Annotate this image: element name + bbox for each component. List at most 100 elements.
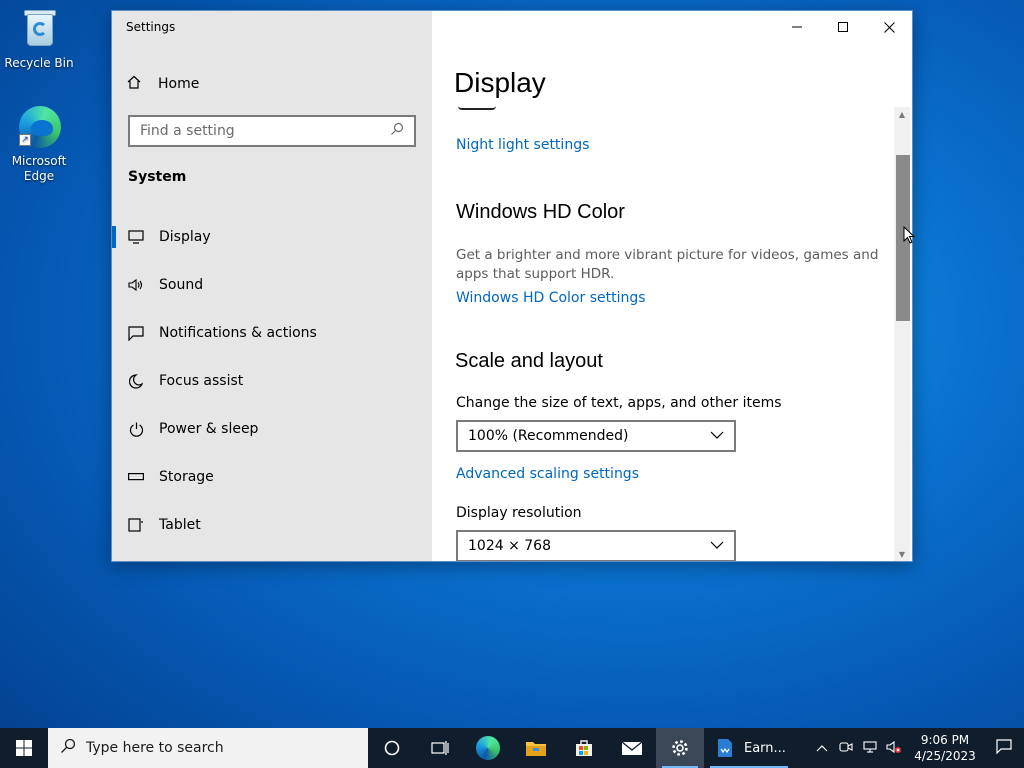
chevron-down-icon — [710, 538, 724, 554]
sidebar-item-label: Sound — [159, 277, 204, 293]
scale-size-label: Change the size of text, apps, and other… — [456, 395, 782, 411]
window-caption-buttons — [774, 11, 912, 43]
volume-muted-icon[interactable] — [882, 740, 906, 757]
shortcut-arrow-icon: ↗ — [19, 134, 31, 146]
meet-now-icon[interactable] — [834, 741, 858, 756]
clock-time: 9:06 PM — [920, 733, 970, 747]
tablet-icon — [128, 517, 144, 533]
search-icon — [390, 122, 404, 140]
taskbar-store-button[interactable] — [560, 728, 608, 768]
taskbar-edge-button[interactable] — [464, 728, 512, 768]
storage-icon — [128, 469, 144, 485]
cortana-icon — [384, 740, 400, 756]
page-title: Display — [454, 67, 546, 98]
search-icon — [60, 738, 76, 758]
sidebar-item-focus-assist[interactable]: Focus assist — [112, 357, 432, 405]
sidebar-item-storage[interactable]: Storage — [112, 453, 432, 501]
scroll-up-icon[interactable]: ▲ — [894, 107, 910, 123]
maximize-icon — [838, 22, 848, 32]
sidebar-item-power-sleep[interactable]: Power & sleep — [112, 405, 432, 453]
cortana-button[interactable] — [368, 728, 416, 768]
edge-icon: ↗ — [17, 104, 61, 150]
mouse-cursor-icon — [903, 226, 915, 244]
edge-icon — [476, 736, 500, 760]
sidebar-item-sound[interactable]: Sound — [112, 261, 432, 309]
taskbar-document-button[interactable]: Earn... — [704, 728, 794, 768]
document-icon — [718, 739, 732, 757]
sidebar-item-display[interactable]: Display — [112, 213, 432, 261]
hd-color-heading: Windows HD Color — [456, 201, 625, 223]
scale-size-value: 100% (Recommended) — [468, 428, 629, 444]
action-center-icon — [996, 738, 1012, 754]
recycle-bin-icon — [17, 6, 61, 52]
desktop-icon-recycle-bin[interactable]: Recycle Bin — [1, 6, 77, 71]
network-icon[interactable] — [858, 740, 882, 756]
scroll-down-icon[interactable]: ▼ — [894, 547, 910, 561]
taskbar-clock[interactable]: 9:06 PM 4/25/2023 — [906, 732, 984, 764]
clock-date: 4/25/2023 — [914, 749, 976, 763]
settings-content: Display Night light settings Windows HD … — [432, 11, 912, 561]
close-icon — [883, 21, 895, 33]
minimize-button[interactable] — [774, 11, 820, 43]
taskbar-search-placeholder: Type here to search — [86, 740, 224, 756]
scale-size-dropdown[interactable]: 100% (Recommended) — [456, 420, 736, 452]
taskbar-document-label: Earn... — [744, 740, 786, 756]
hd-color-description: Get a brighter and more vibrant picture … — [456, 247, 879, 282]
task-view-button[interactable] — [416, 728, 464, 768]
home-link[interactable]: Home — [126, 73, 199, 95]
desktop-icon-edge[interactable]: ↗ Microsoft Edge — [1, 104, 77, 184]
taskbar: Type here to search Earn... 9:06 PM 4/25… — [0, 728, 1024, 768]
task-view-icon — [431, 741, 449, 755]
hd-color-settings-link[interactable]: Windows HD Color settings — [456, 290, 646, 306]
action-center-button[interactable] — [984, 738, 1024, 758]
display-resolution-dropdown[interactable]: 1024 × 768 — [456, 530, 736, 561]
home-label: Home — [158, 76, 200, 92]
display-resolution-label: Display resolution — [456, 505, 582, 521]
find-setting-input[interactable]: Find a setting — [128, 115, 416, 147]
display-resolution-value: 1024 × 768 — [468, 538, 551, 554]
vertical-scrollbar[interactable]: ▲ ▼ — [894, 107, 910, 561]
windows-logo-icon — [16, 740, 32, 756]
advanced-scaling-link[interactable]: Advanced scaling settings — [456, 466, 639, 482]
desktop-icon-label: Recycle Bin — [4, 56, 74, 70]
night-light-settings-link[interactable]: Night light settings — [456, 137, 589, 153]
notification-icon — [128, 325, 144, 341]
section-label-system: System — [128, 169, 187, 185]
sidebar-item-label: Storage — [159, 469, 214, 485]
minimize-icon — [792, 26, 802, 28]
sidebar-item-label: Notifications & actions — [159, 325, 317, 341]
close-button[interactable] — [866, 11, 912, 43]
mail-icon — [621, 741, 643, 755]
sidebar-item-label: Tablet — [159, 517, 201, 533]
sidebar-item-label: Power & sleep — [159, 421, 259, 437]
window-title: Settings — [126, 20, 176, 34]
sidebar-item-notifications[interactable]: Notifications & actions — [112, 309, 432, 357]
chevron-down-icon — [710, 428, 724, 444]
settings-sidebar: Settings Home Find a setting System Disp… — [112, 11, 432, 561]
taskbar-search-box[interactable]: Type here to search — [48, 728, 368, 768]
system-tray: 9:06 PM 4/25/2023 — [810, 728, 1024, 768]
desktop-icon-label: Microsoft Edge — [11, 154, 67, 183]
start-button[interactable] — [0, 728, 48, 768]
file-explorer-icon — [526, 742, 546, 756]
monitor-icon — [128, 229, 144, 245]
moon-icon — [128, 373, 144, 389]
settings-icon — [672, 740, 688, 756]
settings-scroll-area: Night light settings Windows HD Color Ge… — [432, 107, 892, 561]
search-placeholder: Find a setting — [140, 123, 235, 139]
sidebar-item-tablet[interactable]: Tablet — [112, 501, 432, 549]
store-icon — [576, 740, 592, 756]
taskbar-file-explorer-button[interactable] — [512, 728, 560, 768]
maximize-button[interactable] — [820, 11, 866, 43]
power-icon — [128, 421, 144, 437]
chevron-up-icon[interactable] — [810, 741, 834, 755]
sidebar-nav: Display Sound Notifications & actions Fo… — [112, 213, 432, 549]
scale-layout-heading: Scale and layout — [455, 350, 603, 372]
sidebar-item-label: Focus assist — [159, 373, 244, 389]
taskbar-mail-button[interactable] — [608, 728, 656, 768]
sidebar-item-label: Display — [159, 229, 211, 245]
settings-window: Settings Home Find a setting System Disp… — [111, 10, 913, 562]
speaker-icon — [128, 277, 144, 293]
taskbar-settings-button[interactable] — [656, 728, 704, 768]
home-icon — [126, 74, 144, 94]
